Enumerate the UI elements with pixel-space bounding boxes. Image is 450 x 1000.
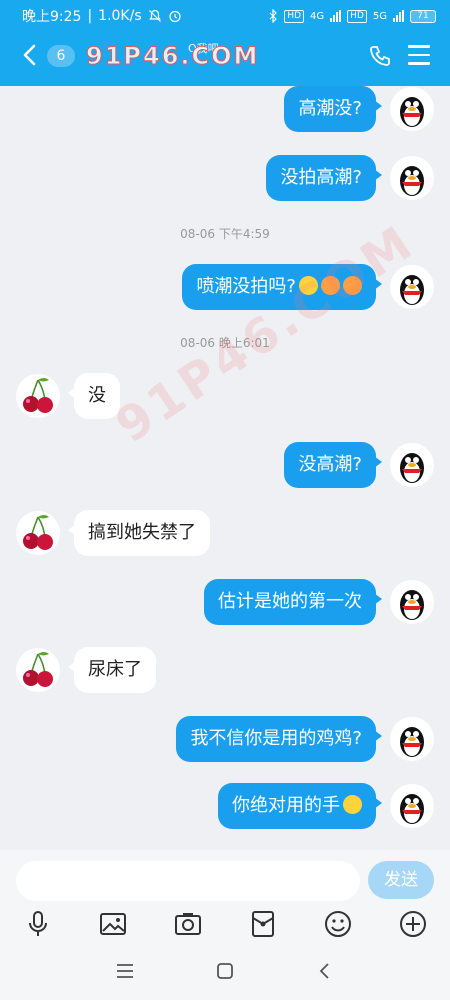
message-text: 喷潮没拍吗? [196, 276, 296, 297]
penguin-avatar[interactable] [390, 265, 434, 309]
message-bubble[interactable]: 没 [68, 373, 120, 419]
alarm-icon [169, 10, 181, 23]
system-nav-bar [0, 946, 450, 1000]
bluetooth-icon [269, 9, 278, 23]
input-toolbar [0, 904, 450, 946]
image-icon[interactable] [98, 909, 128, 939]
timestamp: 08-06 下午4:59 [180, 227, 270, 241]
back-icon[interactable] [314, 960, 336, 982]
mute-bell-icon [148, 9, 161, 22]
phone-call-icon[interactable] [368, 44, 392, 68]
battery-icon: 71 [410, 9, 436, 23]
message-bubble[interactable]: 高潮没? [284, 86, 382, 132]
message-bubble[interactable]: 我不信你是用的鸡鸡? [176, 716, 382, 762]
cherry-avatar[interactable] [16, 511, 60, 555]
emoji-icon[interactable] [323, 909, 353, 939]
penguin-avatar[interactable] [390, 87, 434, 131]
chat-area[interactable]: 高潮没? 没拍高潮? 08-06 下午4:59 喷潮没拍吗? 08-06 晚上6… [0, 86, 450, 850]
penguin-avatar[interactable] [390, 443, 434, 487]
status-speed: 1.0K/s [98, 8, 142, 24]
emoji-icon [299, 276, 318, 295]
timestamp: 08-06 晚上6:01 [180, 336, 270, 350]
status-time: 晚上9:25 [22, 9, 82, 25]
home-icon[interactable] [214, 960, 236, 982]
message-bubble[interactable]: 估计是她的第一次 [204, 579, 382, 625]
send-button[interactable]: 发送 [368, 861, 434, 899]
message-bubble[interactable]: 没拍高潮? [266, 155, 382, 201]
message-input[interactable] [16, 861, 360, 901]
penguin-avatar[interactable] [390, 156, 434, 200]
composer-bar: 发送 [0, 850, 450, 910]
message-bubble[interactable]: 没高潮? [284, 442, 382, 488]
network-4g: 4G [310, 10, 325, 22]
penguin-avatar[interactable] [390, 717, 434, 761]
red-packet-icon[interactable] [248, 909, 278, 939]
emoji-icon [343, 276, 362, 295]
top-bar: 晚上9:25 | 1.0K/s HD 4G HD 5G 71 6 Q我吧 › 9… [0, 0, 450, 86]
grin-emoji-icon [343, 795, 362, 814]
message-bubble[interactable]: 尿床了 [68, 647, 156, 693]
penguin-avatar[interactable] [390, 784, 434, 828]
status-bar: 晚上9:25 | 1.0K/s HD 4G HD 5G 71 [0, 0, 450, 32]
watermark-logo: 91P46.COM [85, 42, 260, 71]
unread-count-badge[interactable]: 6 [47, 45, 75, 67]
camera-icon[interactable] [173, 909, 203, 939]
menu-icon[interactable] [408, 45, 430, 67]
microphone-icon[interactable] [23, 909, 53, 939]
network-5g: 5G [372, 10, 387, 22]
hd-badge: HD [284, 9, 305, 23]
cherry-avatar[interactable] [16, 374, 60, 418]
plus-icon[interactable] [398, 909, 428, 939]
message-bubble[interactable]: 搞到她失禁了 [68, 510, 210, 556]
message-bubble[interactable]: 你绝对用的手 [218, 783, 382, 829]
back-arrow-icon[interactable] [18, 42, 44, 68]
message-text: 你绝对用的手 [232, 795, 340, 816]
emoji-icon [321, 276, 340, 295]
signal-icon [330, 10, 342, 22]
hd-badge-2: HD [347, 9, 367, 23]
penguin-avatar[interactable] [390, 580, 434, 624]
message-bubble[interactable]: 喷潮没拍吗? [182, 264, 382, 310]
recent-apps-icon[interactable] [114, 960, 136, 982]
cherry-avatar[interactable] [16, 648, 60, 692]
signal-icon-2 [393, 10, 404, 22]
